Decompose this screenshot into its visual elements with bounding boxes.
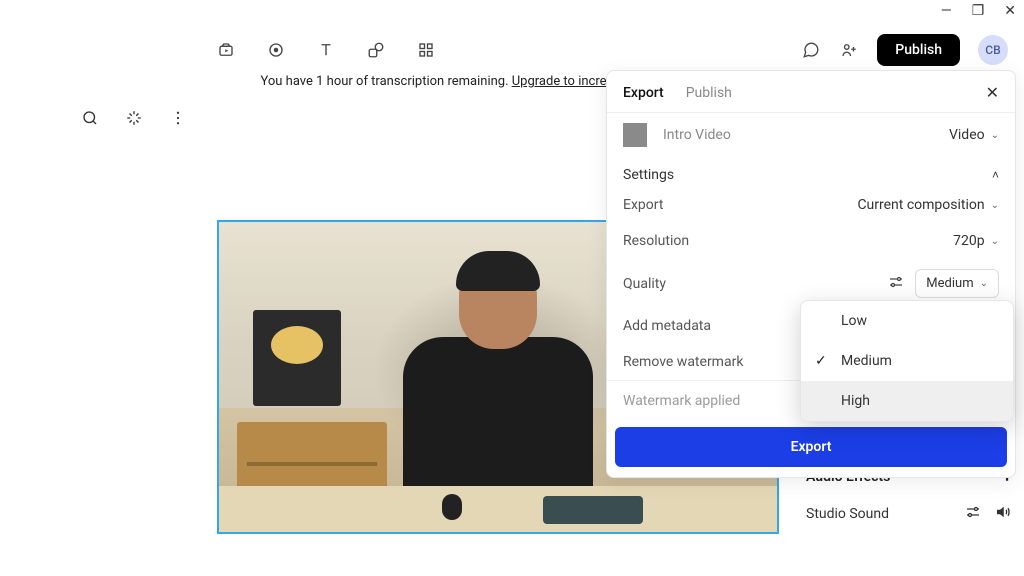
export-scope-select[interactable]: Current composition ⌄ bbox=[857, 197, 999, 213]
resolution-label: Resolution bbox=[623, 233, 689, 249]
resolution-value: 720p bbox=[953, 233, 984, 249]
window-close[interactable]: ✕ bbox=[1004, 4, 1016, 18]
close-icon[interactable]: ✕ bbox=[986, 83, 999, 102]
templates-tool-icon[interactable] bbox=[416, 40, 436, 60]
settings-header[interactable]: Settings ˄ bbox=[607, 157, 1015, 187]
project-type-label: Video bbox=[949, 127, 985, 143]
add-metadata-row[interactable]: Add metadata bbox=[623, 318, 711, 334]
chat-icon[interactable] bbox=[801, 40, 821, 60]
export-scope-value: Current composition bbox=[857, 197, 984, 213]
share-icon[interactable] bbox=[839, 40, 859, 60]
text-tool-icon[interactable] bbox=[316, 40, 336, 60]
keyboard-prop bbox=[543, 496, 643, 524]
chevron-up-icon: ˄ bbox=[992, 168, 999, 182]
notice-text: You have 1 hour of transcription remaini… bbox=[260, 74, 511, 89]
project-type-select[interactable]: Video ⌄ bbox=[949, 127, 999, 143]
chevron-down-icon: ⌄ bbox=[991, 200, 999, 211]
studio-sound-row[interactable]: Studio Sound bbox=[806, 506, 889, 522]
check-icon: ✓ bbox=[815, 353, 827, 369]
project-thumb bbox=[623, 123, 647, 147]
topbar: Publish CB bbox=[0, 30, 1024, 70]
quality-option-label: High bbox=[841, 393, 870, 409]
watermark-applied-label: Watermark applied bbox=[623, 393, 740, 409]
resolution-select[interactable]: 720p ⌄ bbox=[953, 233, 999, 249]
wall-plaque bbox=[253, 310, 341, 406]
chevron-down-icon: ⌄ bbox=[991, 130, 999, 141]
window-maximize[interactable]: ❐ bbox=[972, 4, 985, 18]
quality-option-label: Medium bbox=[841, 353, 892, 369]
sliders-icon[interactable] bbox=[964, 503, 982, 525]
media-tool-icon[interactable] bbox=[216, 40, 236, 60]
quality-option-medium[interactable]: ✓ Medium bbox=[801, 341, 1013, 381]
window-minimize[interactable]: — bbox=[941, 4, 952, 18]
tab-export[interactable]: Export bbox=[623, 85, 664, 101]
quality-option-label: Low bbox=[841, 313, 867, 329]
shapes-tool-icon[interactable] bbox=[366, 40, 386, 60]
avatar[interactable]: CB bbox=[978, 35, 1008, 65]
desk bbox=[219, 486, 777, 532]
remove-watermark-row[interactable]: Remove watermark bbox=[623, 354, 743, 370]
quality-label: Quality bbox=[623, 276, 666, 292]
sliders-icon[interactable] bbox=[887, 273, 905, 295]
quality-option-low[interactable]: Low bbox=[801, 301, 1013, 341]
chevron-down-icon: ⌄ bbox=[980, 278, 988, 289]
quality-option-high[interactable]: High 👆 bbox=[801, 381, 1013, 421]
search-icon[interactable] bbox=[80, 108, 100, 128]
mouse-prop bbox=[442, 494, 462, 520]
export-scope-label: Export bbox=[623, 197, 663, 213]
publish-button[interactable]: Publish bbox=[877, 34, 960, 66]
settings-header-label: Settings bbox=[623, 167, 674, 183]
project-title: Intro Video bbox=[663, 127, 731, 143]
chevron-down-icon: ⌄ bbox=[991, 236, 999, 247]
volume-icon[interactable] bbox=[994, 503, 1012, 525]
quality-value: Medium bbox=[926, 276, 973, 291]
sparkle-icon[interactable] bbox=[124, 108, 144, 128]
export-button[interactable]: Export bbox=[615, 427, 1007, 467]
quality-select[interactable]: Medium ⌄ bbox=[915, 269, 999, 298]
quality-dropdown: Low ✓ Medium High 👆 bbox=[800, 300, 1014, 422]
person-silhouette bbox=[393, 257, 603, 517]
tab-publish[interactable]: Publish bbox=[686, 85, 732, 101]
record-tool-icon[interactable] bbox=[266, 40, 286, 60]
more-icon[interactable] bbox=[168, 108, 188, 128]
